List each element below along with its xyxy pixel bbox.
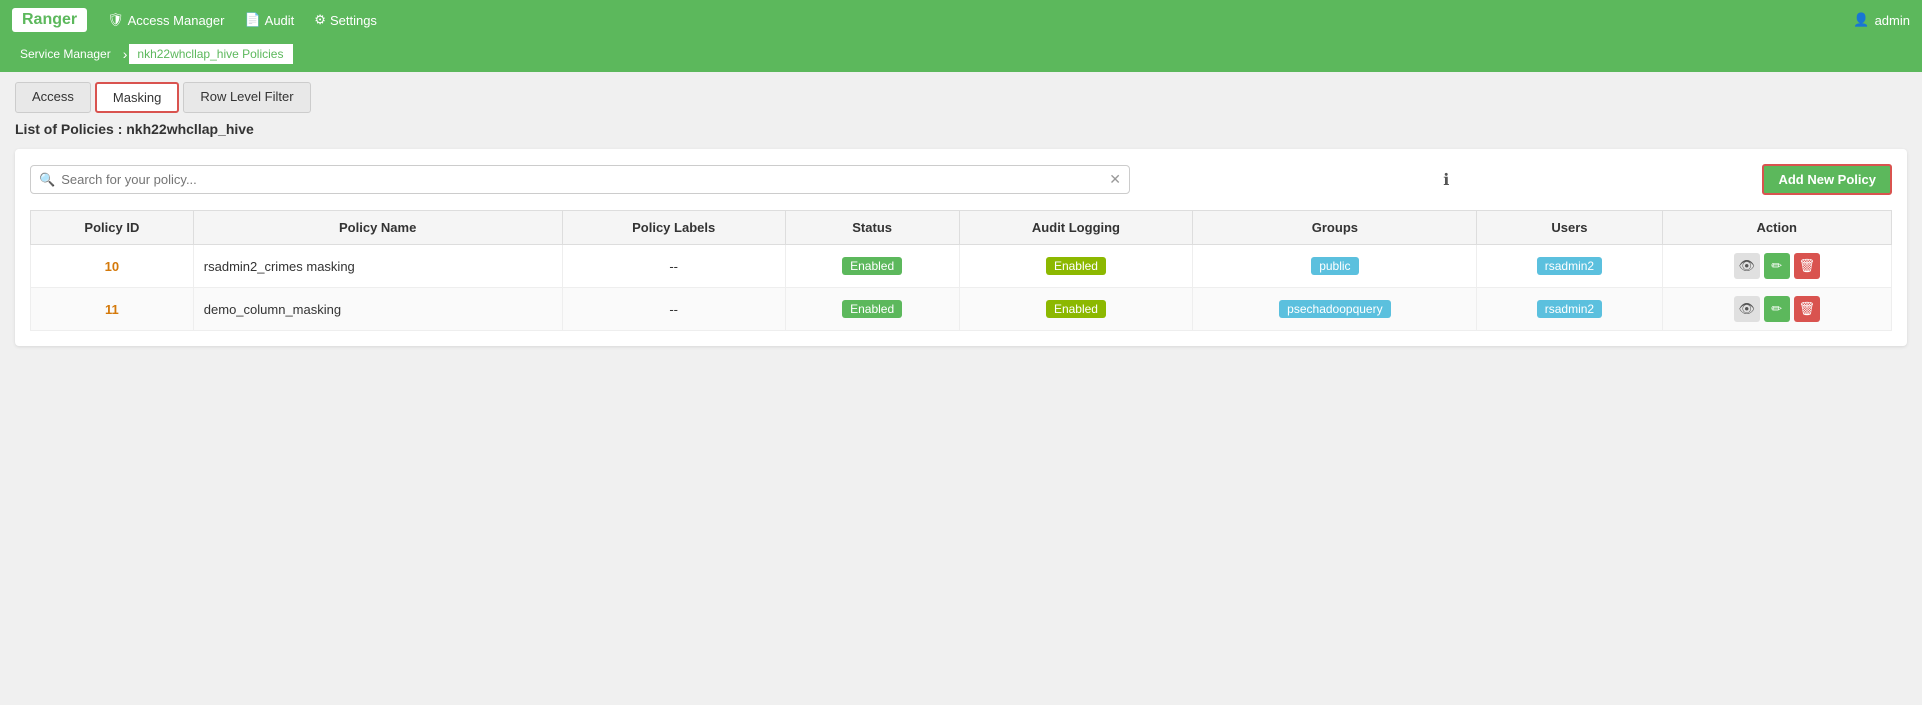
- status-badge-11: Enabled: [842, 300, 902, 318]
- action-buttons-10: 👁 ✏ 🗑: [1673, 253, 1882, 279]
- col-groups: Groups: [1193, 211, 1477, 245]
- breadcrumb-arrow: ›: [123, 46, 128, 62]
- policy-status-10: Enabled: [785, 245, 959, 288]
- nav-audit[interactable]: 📄 Audit: [244, 12, 294, 28]
- audit-badge-10: Enabled: [1046, 257, 1106, 275]
- policy-action-10: 👁 ✏ 🗑: [1662, 245, 1892, 288]
- policy-groups-11: psechadoopquery: [1193, 288, 1477, 331]
- policy-id-11: 11: [31, 288, 194, 331]
- policy-groups-10: public: [1193, 245, 1477, 288]
- user-section: 👤 admin: [1853, 12, 1910, 28]
- shield-icon: 🛡: [107, 12, 124, 28]
- nav-access-manager[interactable]: 🛡 Access Manager: [107, 12, 224, 28]
- tab-row-level-filter[interactable]: Row Level Filter: [183, 82, 310, 113]
- col-action: Action: [1662, 211, 1892, 245]
- policies-table: Policy ID Policy Name Policy Labels Stat…: [30, 210, 1892, 331]
- view-button-10[interactable]: 👁: [1734, 253, 1760, 279]
- col-policy-labels: Policy Labels: [562, 211, 785, 245]
- table-header-row: Policy ID Policy Name Policy Labels Stat…: [31, 211, 1892, 245]
- delete-button-10[interactable]: 🗑: [1794, 253, 1820, 279]
- user-icon: 👤: [1853, 12, 1869, 28]
- app-brand[interactable]: Ranger: [12, 8, 87, 32]
- policy-labels-11: --: [562, 288, 785, 331]
- view-button-11[interactable]: 👁: [1734, 296, 1760, 322]
- main-panel: 🔍 ✕ ℹ Add New Policy Policy ID Policy Na…: [15, 149, 1907, 346]
- delete-button-11[interactable]: 🗑: [1794, 296, 1820, 322]
- content-area: Access Masking Row Level Filter List of …: [0, 72, 1922, 356]
- info-icon[interactable]: ℹ: [1443, 170, 1449, 190]
- policy-users-11: rsadmin2: [1477, 288, 1662, 331]
- audit-badge-11: Enabled: [1046, 300, 1106, 318]
- col-audit-logging: Audit Logging: [959, 211, 1193, 245]
- table-row: 10 rsadmin2_crimes masking -- Enabled En…: [31, 245, 1892, 288]
- breadcrumb-hive-policies[interactable]: nkh22whcllap_hive Policies: [129, 44, 293, 64]
- navbar-left: Ranger 🛡 Access Manager 📄 Audit ⚙ Settin…: [12, 8, 377, 32]
- search-row: 🔍 ✕ ℹ Add New Policy: [30, 164, 1892, 195]
- groups-badge-10: public: [1311, 257, 1358, 275]
- col-policy-name: Policy Name: [193, 211, 562, 245]
- groups-badge-11: psechadoopquery: [1279, 300, 1390, 318]
- policy-list-title: List of Policies : nkh22whcllap_hive: [15, 121, 1907, 137]
- policy-action-11: 👁 ✏ 🗑: [1662, 288, 1892, 331]
- status-badge-10: Enabled: [842, 257, 902, 275]
- table-row: 11 demo_column_masking -- Enabled Enable…: [31, 288, 1892, 331]
- nav-settings[interactable]: ⚙ Settings: [314, 12, 377, 28]
- col-users: Users: [1477, 211, 1662, 245]
- policy-users-10: rsadmin2: [1477, 245, 1662, 288]
- breadcrumb-service-manager[interactable]: Service Manager: [12, 44, 121, 64]
- policy-status-11: Enabled: [785, 288, 959, 331]
- search-container: 🔍 ✕: [30, 165, 1130, 194]
- search-icon: 🔍: [39, 172, 55, 188]
- navbar: Ranger 🛡 Access Manager 📄 Audit ⚙ Settin…: [0, 0, 1922, 40]
- users-badge-10: rsadmin2: [1537, 257, 1602, 275]
- username: admin: [1875, 13, 1910, 28]
- search-clear-icon[interactable]: ✕: [1109, 171, 1121, 188]
- policy-audit-11: Enabled: [959, 288, 1193, 331]
- file-icon: 📄: [244, 12, 260, 28]
- col-status: Status: [785, 211, 959, 245]
- breadcrumb-bar: Service Manager › nkh22whcllap_hive Poli…: [0, 40, 1922, 72]
- policy-audit-10: Enabled: [959, 245, 1193, 288]
- edit-button-10[interactable]: ✏: [1764, 253, 1790, 279]
- add-new-policy-button[interactable]: Add New Policy: [1762, 164, 1892, 195]
- tab-bar: Access Masking Row Level Filter: [15, 82, 1907, 113]
- tab-access[interactable]: Access: [15, 82, 91, 113]
- col-policy-id: Policy ID: [31, 211, 194, 245]
- policy-labels-10: --: [562, 245, 785, 288]
- policy-name-11: demo_column_masking: [193, 288, 562, 331]
- gear-icon: ⚙: [314, 12, 326, 28]
- policy-id-10: 10: [31, 245, 194, 288]
- action-buttons-11: 👁 ✏ 🗑: [1673, 296, 1882, 322]
- policy-name-10: rsadmin2_crimes masking: [193, 245, 562, 288]
- search-input[interactable]: [61, 172, 1109, 187]
- edit-button-11[interactable]: ✏: [1764, 296, 1790, 322]
- tab-masking[interactable]: Masking: [95, 82, 179, 113]
- users-badge-11: rsadmin2: [1537, 300, 1602, 318]
